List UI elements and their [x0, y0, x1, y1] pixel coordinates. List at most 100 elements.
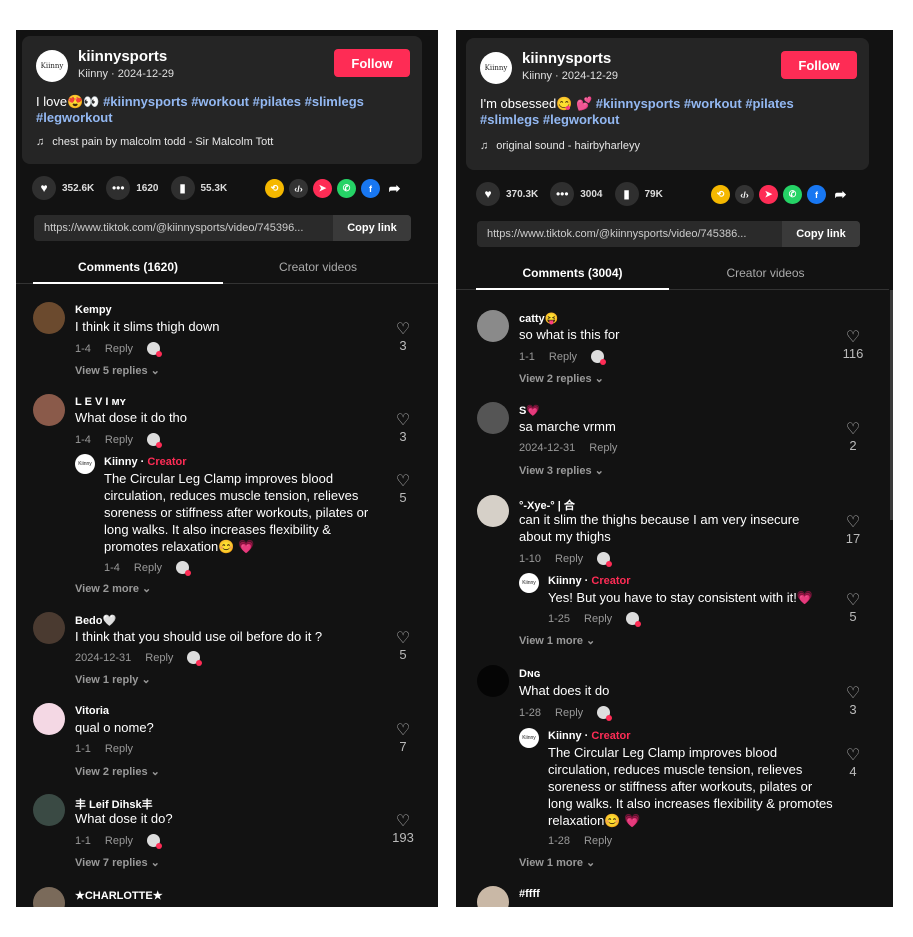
reply-button[interactable]: Reply — [555, 707, 583, 719]
reply-button[interactable]: Reply — [555, 553, 583, 565]
reply-author[interactable]: Kiinny · Creator — [548, 730, 631, 742]
sound-link[interactable]: ♫ original sound - hairbyharleyy — [480, 140, 640, 152]
reply-button[interactable]: Reply — [105, 434, 133, 446]
comment-author[interactable]: catty😝 — [519, 312, 558, 325]
tab-creator-videos[interactable]: Creator videos — [669, 257, 862, 288]
creator-username[interactable]: kiinnysports — [78, 48, 167, 65]
reply-author[interactable]: Kiinny · Creator — [104, 456, 187, 468]
reply-button[interactable]: Reply — [134, 562, 162, 574]
reply-button[interactable]: Reply — [105, 343, 133, 355]
creator-avatar[interactable]: Kiinny — [36, 50, 68, 82]
comment-author[interactable]: Vitoria — [75, 705, 109, 717]
whatsapp-icon[interactable]: ✆ — [783, 185, 802, 204]
comment-author[interactable]: Dɴɢ — [519, 668, 540, 680]
avatar[interactable] — [477, 665, 509, 697]
avatar[interactable] — [477, 495, 509, 527]
comment-author[interactable]: Bedo🤍 — [75, 614, 116, 627]
whatsapp-icon[interactable]: ✆ — [337, 179, 356, 198]
reply-emoji-icon[interactable] — [591, 350, 607, 365]
reply-button[interactable]: Reply — [589, 442, 617, 454]
avatar[interactable] — [477, 402, 509, 434]
send-icon[interactable]: ➤ — [759, 185, 778, 204]
copy-link-button[interactable]: Copy link — [333, 215, 411, 241]
comment-like[interactable]: ♡ 3 — [838, 686, 868, 718]
comment-author[interactable]: ★CHARLOTTE★ — [75, 889, 163, 902]
reply-emoji-icon[interactable] — [147, 342, 163, 357]
comment-author[interactable]: Kempy — [75, 304, 112, 316]
creator-reply-avatar[interactable]: Kiinny — [519, 573, 539, 593]
share-arrow-icon[interactable]: ➦ — [831, 185, 850, 204]
facebook-icon[interactable]: f — [807, 185, 826, 204]
comment-like[interactable]: ♡ 116 — [838, 330, 868, 362]
view-more-replies[interactable]: View 2 more ⌄ — [75, 582, 151, 595]
view-replies[interactable]: View 3 replies ⌄ — [519, 464, 604, 477]
view-replies[interactable]: View 1 reply ⌄ — [75, 673, 151, 686]
comment-like[interactable]: ♡ 5 — [391, 631, 415, 663]
avatar[interactable] — [477, 310, 509, 342]
reply-emoji-icon[interactable] — [187, 651, 203, 666]
comment-author[interactable]: L E V I ᴍʏ — [75, 396, 126, 408]
reply-emoji-icon[interactable] — [626, 612, 642, 627]
reply-button[interactable]: Reply — [145, 652, 173, 664]
comment-author[interactable]: S💗 — [519, 404, 540, 417]
creator-reply-avatar[interactable]: Kiinny — [75, 454, 95, 474]
avatar[interactable] — [33, 612, 65, 644]
comment-like[interactable]: ♡ 3 — [391, 413, 415, 445]
reply-emoji-icon[interactable] — [597, 552, 613, 567]
avatar[interactable] — [33, 887, 65, 907]
video-url[interactable]: https://www.tiktok.com/@kiinnysports/vid… — [477, 228, 782, 240]
copy-link-button[interactable]: Copy link — [782, 221, 860, 247]
video-url[interactable]: https://www.tiktok.com/@kiinnysports/vid… — [34, 222, 333, 234]
reply-like[interactable]: ♡ 4 — [838, 748, 868, 780]
avatar[interactable] — [477, 886, 509, 907]
view-replies[interactable]: View 2 replies ⌄ — [75, 765, 160, 778]
like-stat[interactable]: ♥ 352.6K — [32, 176, 94, 200]
repost-icon[interactable]: ⟲ — [711, 185, 730, 204]
view-replies[interactable]: View 5 replies ⌄ — [75, 364, 160, 377]
reply-button[interactable]: Reply — [584, 613, 612, 625]
view-more-replies[interactable]: View 1 more ⌄ — [519, 856, 595, 869]
like-stat[interactable]: ♥ 370.3K — [476, 182, 538, 206]
tab-creator-videos[interactable]: Creator videos — [223, 251, 413, 282]
embed-icon[interactable]: ‹/› — [289, 179, 308, 198]
comment-like[interactable]: ♡ 3 — [391, 322, 415, 354]
reply-like[interactable]: ♡ 5 — [838, 593, 868, 625]
facebook-icon[interactable]: f — [361, 179, 380, 198]
repost-icon[interactable]: ⟲ — [265, 179, 284, 198]
avatar[interactable] — [33, 703, 65, 735]
reply-emoji-icon[interactable] — [147, 433, 163, 448]
comment-author[interactable]: #ffff — [519, 888, 540, 900]
comment-stat[interactable]: ••• 3004 — [550, 182, 603, 206]
reply-button[interactable]: Reply — [105, 743, 133, 755]
embed-icon[interactable]: ‹/› — [735, 185, 754, 204]
reply-emoji-icon[interactable] — [176, 561, 192, 576]
comment-like[interactable]: ♡ 17 — [838, 515, 868, 547]
scrollbar[interactable] — [890, 290, 893, 520]
share-arrow-icon[interactable]: ➦ — [385, 179, 404, 198]
tab-comments[interactable]: Comments (3004) — [476, 257, 669, 290]
reply-button[interactable]: Reply — [105, 835, 133, 847]
creator-avatar[interactable]: Kiinny — [480, 52, 512, 84]
save-stat[interactable]: ▮ 79K — [614, 182, 663, 206]
reply-emoji-icon[interactable] — [147, 834, 163, 849]
follow-button[interactable]: Follow — [334, 49, 410, 77]
view-more-replies[interactable]: View 1 more ⌄ — [519, 634, 595, 647]
comment-like[interactable]: ♡ 7 — [391, 723, 415, 755]
avatar[interactable] — [33, 794, 65, 826]
creator-reply-avatar[interactable]: Kiinny — [519, 728, 539, 748]
avatar[interactable] — [33, 394, 65, 426]
view-replies[interactable]: View 7 replies ⌄ — [75, 856, 160, 869]
creator-username[interactable]: kiinnysports — [522, 50, 611, 67]
comment-like[interactable]: ♡ 193 — [391, 814, 415, 846]
view-replies[interactable]: View 2 replies ⌄ — [519, 372, 604, 385]
reply-button[interactable]: Reply — [584, 835, 612, 847]
tab-comments[interactable]: Comments (1620) — [33, 251, 223, 284]
sound-link[interactable]: ♫ chest pain by malcolm todd - Sir Malcol… — [36, 136, 273, 148]
reply-button[interactable]: Reply — [549, 351, 577, 363]
follow-button[interactable]: Follow — [781, 51, 857, 79]
save-stat[interactable]: ▮ 55.3K — [170, 176, 227, 200]
send-icon[interactable]: ➤ — [313, 179, 332, 198]
comment-stat[interactable]: ••• 1620 — [106, 176, 159, 200]
reply-author[interactable]: Kiinny · Creator — [548, 575, 631, 587]
reply-like[interactable]: ♡ 5 — [391, 474, 415, 506]
